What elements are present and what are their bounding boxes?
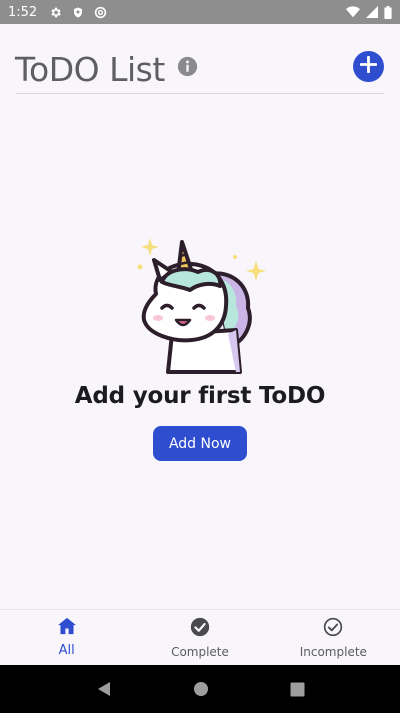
check-circle-outline-icon <box>323 617 343 641</box>
nav-item-all[interactable]: All <box>0 610 133 665</box>
bottom-nav: All Complete Incomplete <box>0 609 400 665</box>
nav-item-incomplete[interactable]: Incomplete <box>267 610 400 665</box>
add-now-button[interactable]: Add Now <box>153 426 247 461</box>
nav-label-incomplete: Incomplete <box>299 644 367 659</box>
check-circle-filled-icon <box>190 617 210 641</box>
add-todo-button[interactable] <box>353 51 384 82</box>
shield-icon <box>72 6 84 19</box>
status-time: 1:52 <box>8 4 38 20</box>
plus-icon <box>359 55 378 78</box>
signal-icon <box>366 6 378 18</box>
info-icon[interactable] <box>177 56 198 81</box>
home-icon <box>57 617 77 639</box>
gear-icon <box>49 6 62 19</box>
empty-state-title: Add your first ToDO <box>74 383 326 409</box>
home-circle-icon[interactable] <box>193 681 209 697</box>
battery-icon <box>384 5 392 19</box>
back-icon[interactable] <box>96 681 112 697</box>
nav-label-complete: Complete <box>171 644 229 659</box>
wifi-icon <box>346 6 360 18</box>
at-icon <box>94 6 107 19</box>
app-header: ToDO List <box>0 24 400 96</box>
page-title: ToDO List <box>15 50 165 89</box>
header-divider <box>16 93 384 94</box>
system-nav-bar <box>0 665 400 713</box>
nav-item-complete[interactable]: Complete <box>133 610 266 665</box>
recents-icon[interactable] <box>290 682 305 697</box>
unicorn-illustration <box>132 234 268 374</box>
nav-label-all: All <box>58 643 75 658</box>
status-bar: 1:52 <box>0 0 400 24</box>
